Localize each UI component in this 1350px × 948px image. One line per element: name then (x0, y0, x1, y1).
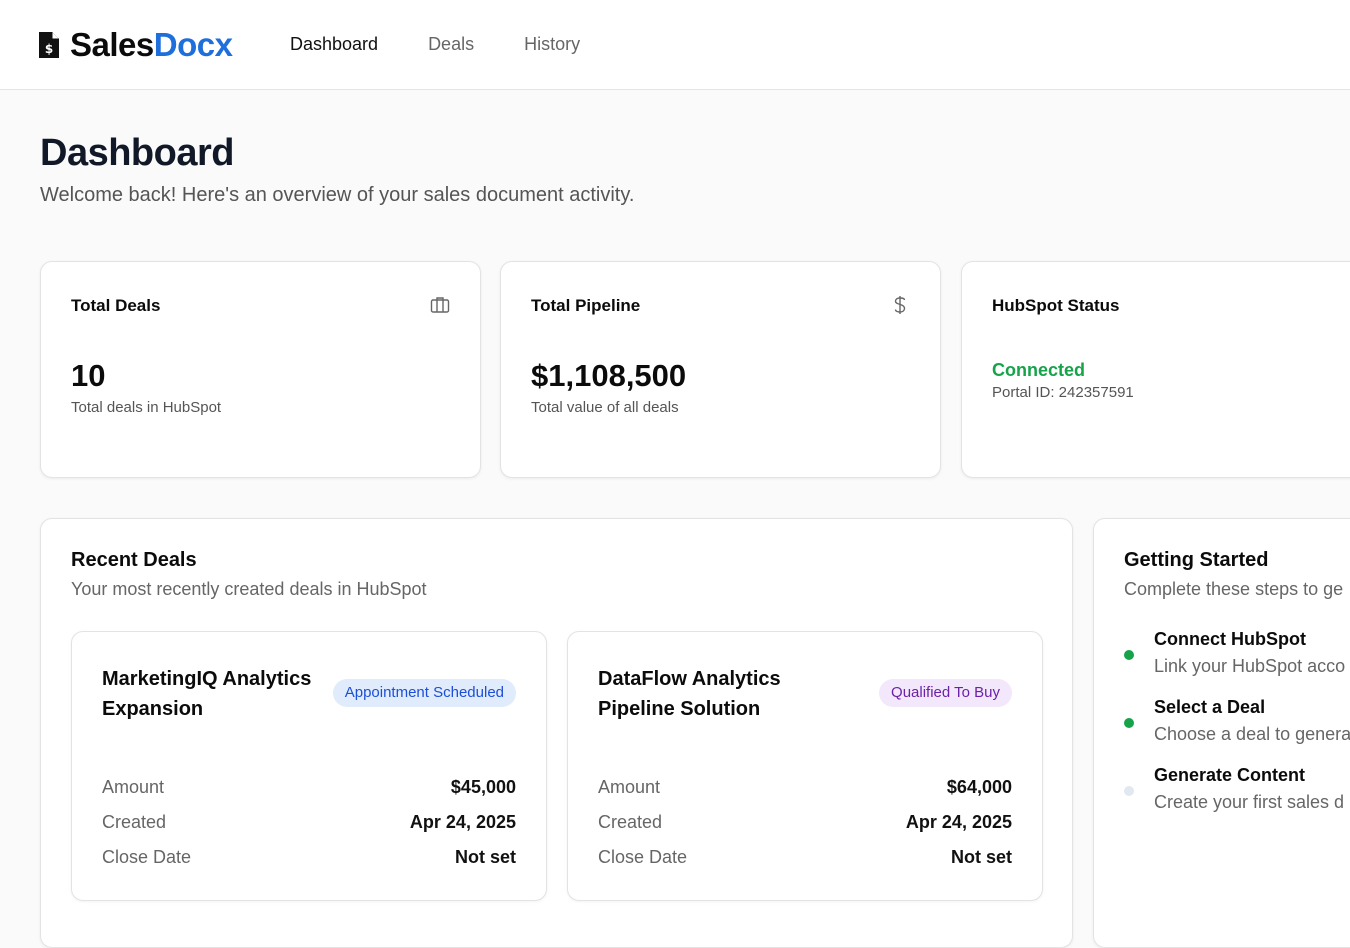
deal-created-label: Created (598, 812, 663, 832)
page-subtitle: Welcome back! Here's an overview of your… (40, 184, 635, 206)
deal-amount-value: $45,000 (450, 777, 516, 797)
deal-amount-row: Amount $64,000 (598, 777, 1012, 801)
hubspot-status-card: HubSpot Status Connected Portal ID: 2423… (961, 261, 1350, 478)
step-title: Generate Content (1154, 765, 1306, 785)
total-pipeline-label: Total Pipeline (531, 296, 641, 315)
total-deals-value: 10 (71, 358, 106, 393)
step-description: Link your HubSpot acco (1154, 656, 1346, 676)
deal-amount-value: $64,000 (946, 777, 1012, 797)
svg-text:$: $ (45, 42, 53, 56)
deal-close-label: Close Date (102, 847, 192, 867)
total-deals-label: Total Deals (71, 296, 161, 315)
deal-amount-label: Amount (598, 777, 661, 797)
deal-created-label: Created (102, 812, 167, 832)
hubspot-status-value: Connected (992, 360, 1086, 380)
deal-name: DataFlow Analytics Pipeline Solution (598, 668, 781, 720)
step-title: Connect HubSpot (1154, 629, 1306, 649)
total-pipeline-card: Total Pipeline $1,108,500 Total value of… (500, 261, 941, 478)
deal-name: MarketingIQ Analytics Expansion (102, 668, 312, 720)
deal-amount-row: Amount $45,000 (102, 777, 516, 801)
brand-logo[interactable]: $ SalesDocx (38, 26, 233, 64)
total-deals-note: Total deals in HubSpot (71, 399, 222, 416)
deal-card[interactable]: MarketingIQ Analytics Expansion Appointm… (71, 631, 547, 901)
nav-dashboard[interactable]: Dashboard (290, 34, 378, 55)
deal-close-value: Not set (454, 847, 516, 867)
total-pipeline-value: $1,108,500 (531, 358, 687, 393)
recent-deals-title: Recent Deals (71, 549, 197, 571)
deal-created-value: Apr 24, 2025 (905, 812, 1012, 832)
brand-name: SalesDocx (70, 26, 233, 63)
nav-history[interactable]: History (524, 34, 580, 55)
nav-deals[interactable]: Deals (428, 34, 474, 55)
hubspot-portal-id: Portal ID: 242357591 (992, 384, 1134, 401)
deal-close-row: Close Date Not set (598, 847, 1012, 871)
getting-started-subtitle: Complete these steps to ge (1124, 579, 1344, 599)
getting-started-panel: Getting Started Complete these steps to … (1093, 518, 1350, 948)
step-complete-indicator (1124, 718, 1134, 728)
step-title: Select a Deal (1154, 697, 1266, 717)
top-navigation-bar: $ SalesDocx Dashboard Deals History (0, 0, 1350, 90)
total-pipeline-note: Total value of all deals (531, 399, 679, 416)
deal-stage-badge: Qualified To Buy (879, 679, 1012, 707)
total-deals-card: Total Deals 10 Total deals in HubSpot (40, 261, 481, 478)
step-complete-indicator (1124, 650, 1134, 660)
step-description: Choose a deal to genera (1154, 724, 1350, 744)
deal-created-row: Created Apr 24, 2025 (598, 812, 1012, 836)
deal-stage-badge: Appointment Scheduled (332, 679, 516, 707)
deal-close-value: Not set (950, 847, 1012, 867)
deal-created-value: Apr 24, 2025 (409, 812, 516, 832)
file-dollar-icon: $ (39, 32, 59, 58)
recent-deals-subtitle: Your most recently created deals in HubS… (71, 579, 427, 599)
dollar-icon (894, 296, 906, 314)
deal-close-row: Close Date Not set (102, 847, 516, 871)
deal-created-row: Created Apr 24, 2025 (102, 812, 516, 836)
deal-amount-label: Amount (102, 777, 165, 797)
briefcase-icon (430, 297, 450, 313)
step-description: Create your first sales d (1154, 792, 1345, 812)
main-nav: Dashboard Deals History (290, 34, 630, 55)
step-pending-indicator (1124, 786, 1134, 796)
deal-close-label: Close Date (598, 847, 688, 867)
getting-started-title: Getting Started (1124, 549, 1269, 571)
page-title: Dashboard (40, 132, 234, 174)
hubspot-status-label: HubSpot Status (992, 296, 1120, 315)
recent-deals-panel: Recent Deals Your most recently created … (40, 518, 1073, 948)
deal-card[interactable]: DataFlow Analytics Pipeline Solution Qua… (567, 631, 1043, 901)
